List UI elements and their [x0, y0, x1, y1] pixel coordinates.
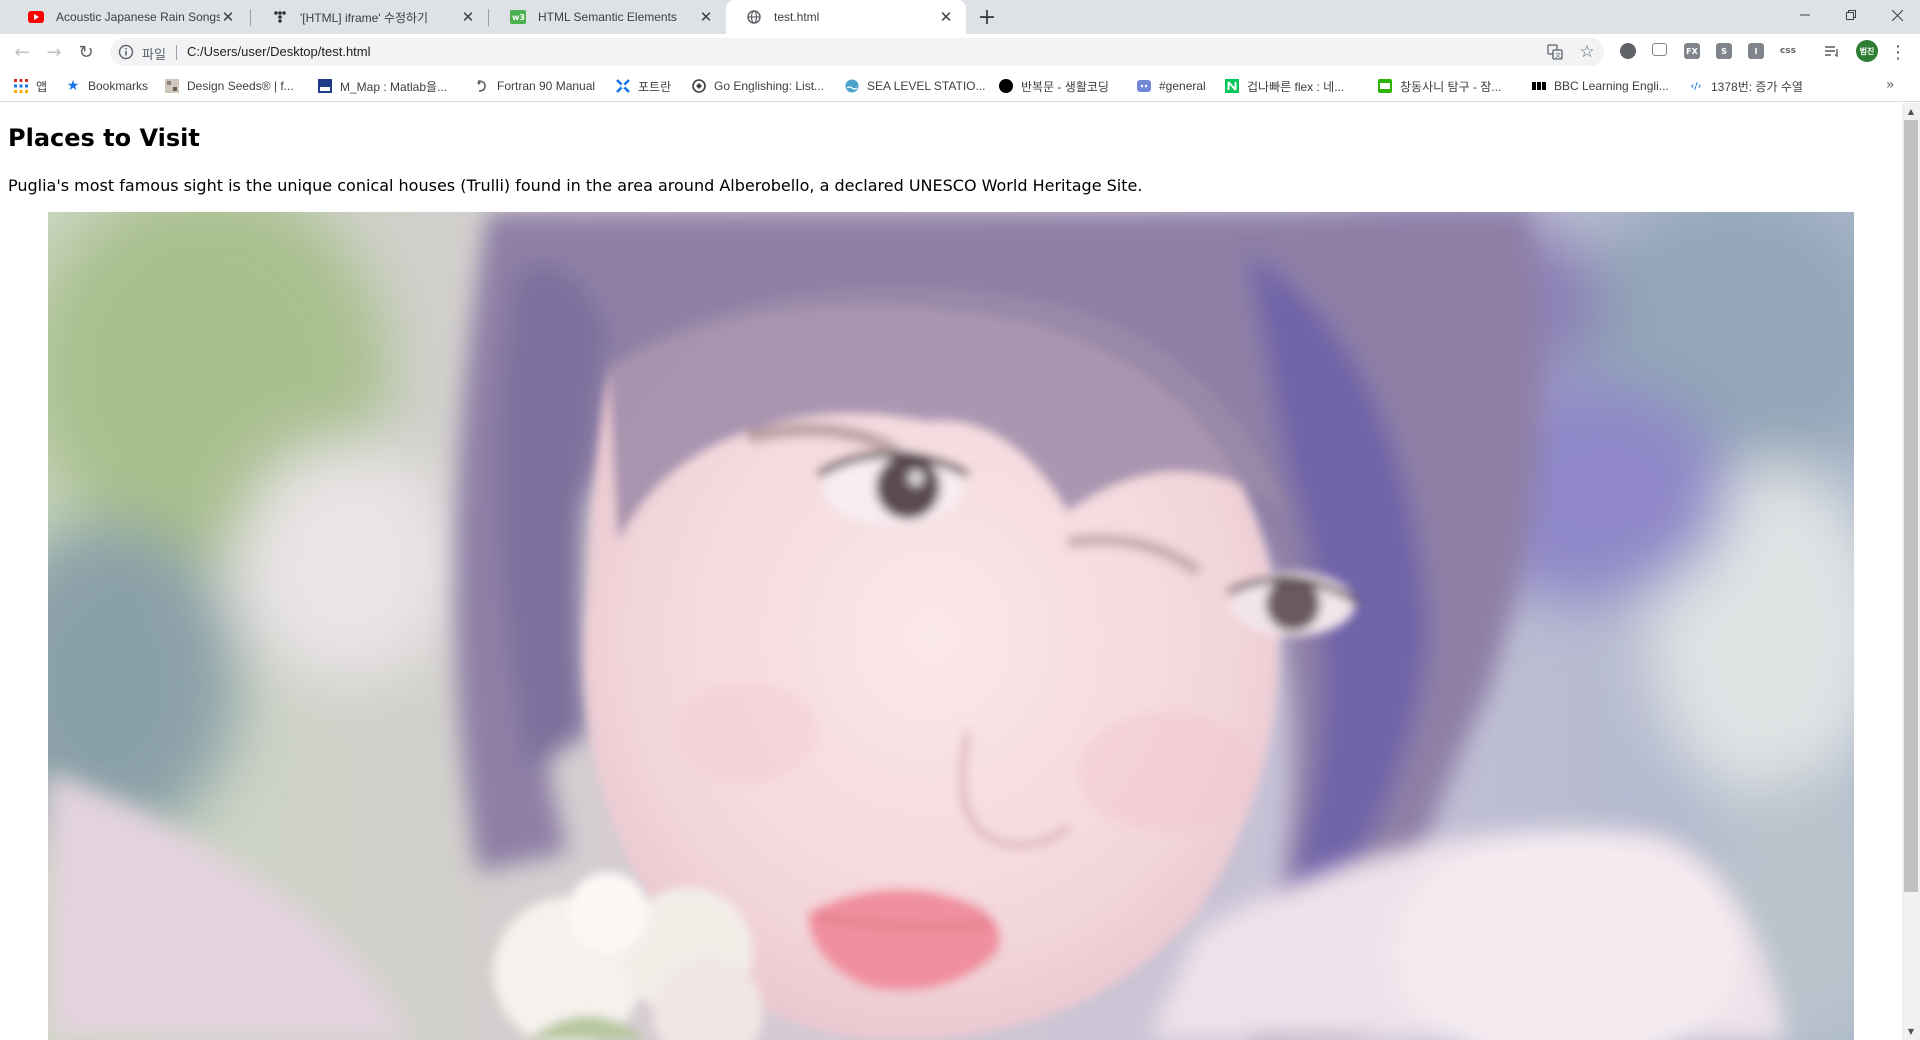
extension-fx-icon[interactable]: FX: [1684, 43, 1700, 59]
profile-avatar[interactable]: 범진: [1856, 40, 1878, 62]
svg-text:文: 文: [1555, 52, 1561, 60]
omnibox-divider: [176, 45, 177, 60]
bookmark-loop-opentutorials[interactable]: 반복문 - 생활코딩: [999, 78, 1109, 94]
chrome-menu-button[interactable]: ⋮: [1886, 40, 1910, 64]
new-tab-button[interactable]: +: [975, 5, 999, 30]
youtube-icon: [28, 9, 44, 25]
browser-toolbar: ← → ↻ 파일 C:/Users/user/Desktop/test.html…: [0, 34, 1920, 70]
sea-level-icon: [845, 79, 859, 93]
scroll-down-arrow-icon[interactable]: ▼: [1902, 1023, 1920, 1040]
globe-icon: [746, 9, 762, 25]
tab-close-icon[interactable]: ✕: [698, 8, 714, 26]
bookmark-fortran-kr[interactable]: 포트란: [616, 78, 671, 94]
page-paragraph: Puglia's most famous sight is the unique…: [8, 176, 1143, 195]
restore-button[interactable]: [1828, 0, 1874, 30]
minimize-button[interactable]: [1782, 0, 1828, 30]
tab-html-iframe[interactable]: '[HTML] iframe' 수정하기 ✕: [252, 0, 488, 34]
bookmark-label: SEA LEVEL STATIO...: [867, 79, 986, 93]
reading-list-icon[interactable]: [1824, 43, 1840, 59]
tab-close-icon[interactable]: ✕: [460, 8, 476, 26]
naver-icon: [1225, 79, 1239, 93]
svg-text:w3: w3: [512, 13, 525, 22]
go-englishing-icon: [692, 79, 706, 93]
tab-close-icon[interactable]: ✕: [938, 8, 954, 26]
bookmark-label: M_Map : Matlab을...: [340, 79, 448, 94]
w3schools-icon: w3: [510, 9, 526, 25]
bookmark-label: #general: [1159, 79, 1206, 93]
address-bar[interactable]: 파일 C:/Users/user/Desktop/test.html 文 ☆: [110, 38, 1604, 66]
bookmark-label: 반복문 - 생활코딩: [1021, 79, 1109, 94]
tab-title: '[HTML] iframe' 수정하기: [300, 10, 429, 25]
bookmark-label: 포트란: [638, 79, 672, 94]
bookmark-flex-naver[interactable]: 겁나빠른 flex : 네...: [1225, 78, 1344, 94]
bookmark-label: 앱: [36, 79, 48, 94]
extension-css-icon[interactable]: css: [1780, 43, 1796, 59]
tab-separator: [250, 9, 251, 26]
url-text[interactable]: C:/Users/user/Desktop/test.html: [187, 44, 371, 59]
extension-circle-icon[interactable]: [1620, 43, 1636, 59]
bookmark-baekjoon-1378[interactable]: ‹/› 1378번: 증가 수열: [1689, 78, 1803, 94]
black-circle-icon: [999, 79, 1013, 93]
tab-title: Acoustic Japanese Rain Songs -: [56, 10, 220, 24]
star-icon: ★: [66, 78, 80, 94]
code-brackets-icon: ‹/›: [1690, 80, 1702, 92]
bookmark-blog[interactable]: 창동사니 탐구 - 잠...: [1378, 78, 1501, 94]
page-heading: Places to Visit: [8, 124, 200, 152]
close-window-button[interactable]: [1874, 0, 1920, 30]
bookmark-label: 겁나빠른 flex : 네...: [1247, 79, 1345, 94]
bookmark-label: Design Seeds® | f...: [187, 79, 294, 93]
bbc-icon: [1532, 79, 1546, 93]
tab-title: test.html: [774, 10, 820, 24]
tab-title: HTML Semantic Elements: [538, 10, 677, 24]
bookmark-fortran-manual[interactable]: Fortran 90 Manual: [475, 78, 595, 94]
back-button[interactable]: ←: [10, 40, 34, 64]
vertical-scrollbar[interactable]: ▲ ▼: [1902, 103, 1920, 1040]
bookmark-star-icon[interactable]: ☆: [1578, 42, 1596, 62]
tab-close-icon[interactable]: ✕: [220, 8, 236, 26]
site-info-icon[interactable]: [118, 44, 134, 60]
bookmark-sea-level-station[interactable]: SEA LEVEL STATIO...: [845, 78, 986, 94]
discord-icon: [1137, 79, 1151, 93]
bookmark-bbc-learning-english[interactable]: BBC Learning Engli...: [1532, 78, 1669, 94]
tab-strip: Acoustic Japanese Rain Songs - ✕ '[HTML]…: [0, 0, 1920, 34]
blog-icon: [1378, 79, 1392, 93]
bookmarks-bar: 앱 ★ Bookmarks Design Seeds® | f... M_Map…: [0, 70, 1920, 102]
reload-button[interactable]: ↻: [74, 40, 98, 64]
scroll-up-arrow-icon[interactable]: ▲: [1902, 103, 1920, 120]
translate-icon[interactable]: 文: [1546, 43, 1564, 61]
bookmark-label: 창동사니 탐구 - 잠...: [1400, 79, 1502, 94]
scrollbar-thumb[interactable]: [1904, 120, 1918, 892]
bookmark-label: BBC Learning Engli...: [1554, 79, 1669, 93]
portrait-photo: [48, 212, 1854, 1040]
extension-i-icon[interactable]: I: [1748, 43, 1764, 59]
extension-screen-icon[interactable]: [1652, 43, 1667, 56]
design-seeds-icon: [165, 79, 179, 93]
tab-html-semantic-elements[interactable]: w3 HTML Semantic Elements ✕: [490, 0, 726, 34]
bookmark-label: Fortran 90 Manual: [497, 79, 596, 93]
bookmark-general-discord[interactable]: #general: [1137, 78, 1206, 94]
bookmark-mmap[interactable]: M_Map : Matlab을...: [318, 78, 447, 94]
forward-button[interactable]: →: [42, 40, 66, 64]
bookmark-design-seeds[interactable]: Design Seeds® | f...: [165, 78, 294, 94]
tab-acoustic-japanese-rain-songs[interactable]: Acoustic Japanese Rain Songs - ✕: [8, 0, 248, 34]
page-viewport: Places to Visit Puglia's most famous sig…: [0, 103, 1902, 1040]
bookmark-apps[interactable]: 앱: [14, 78, 47, 94]
bookmark-label: Bookmarks: [88, 79, 149, 93]
tistory-icon: [272, 9, 288, 25]
bookmarks-overflow-button[interactable]: »: [1886, 77, 1895, 93]
bookmark-go-englishing[interactable]: Go Englishing: List...: [692, 78, 824, 94]
fortran-icon: [475, 79, 489, 93]
tab-separator: [488, 9, 489, 26]
tab-test-html[interactable]: test.html ✕: [726, 0, 966, 34]
bookmark-bookmarks-folder[interactable]: ★ Bookmarks: [66, 78, 148, 94]
extension-s-icon[interactable]: S: [1716, 43, 1732, 59]
apps-grid-icon: [14, 79, 28, 93]
scheme-label: 파일: [142, 47, 166, 62]
bookmark-label: Go Englishing: List...: [714, 79, 825, 93]
tool-icon: [616, 79, 630, 93]
mmap-icon: [318, 79, 332, 93]
bookmark-label: 1378번: 증가 수열: [1711, 79, 1803, 94]
